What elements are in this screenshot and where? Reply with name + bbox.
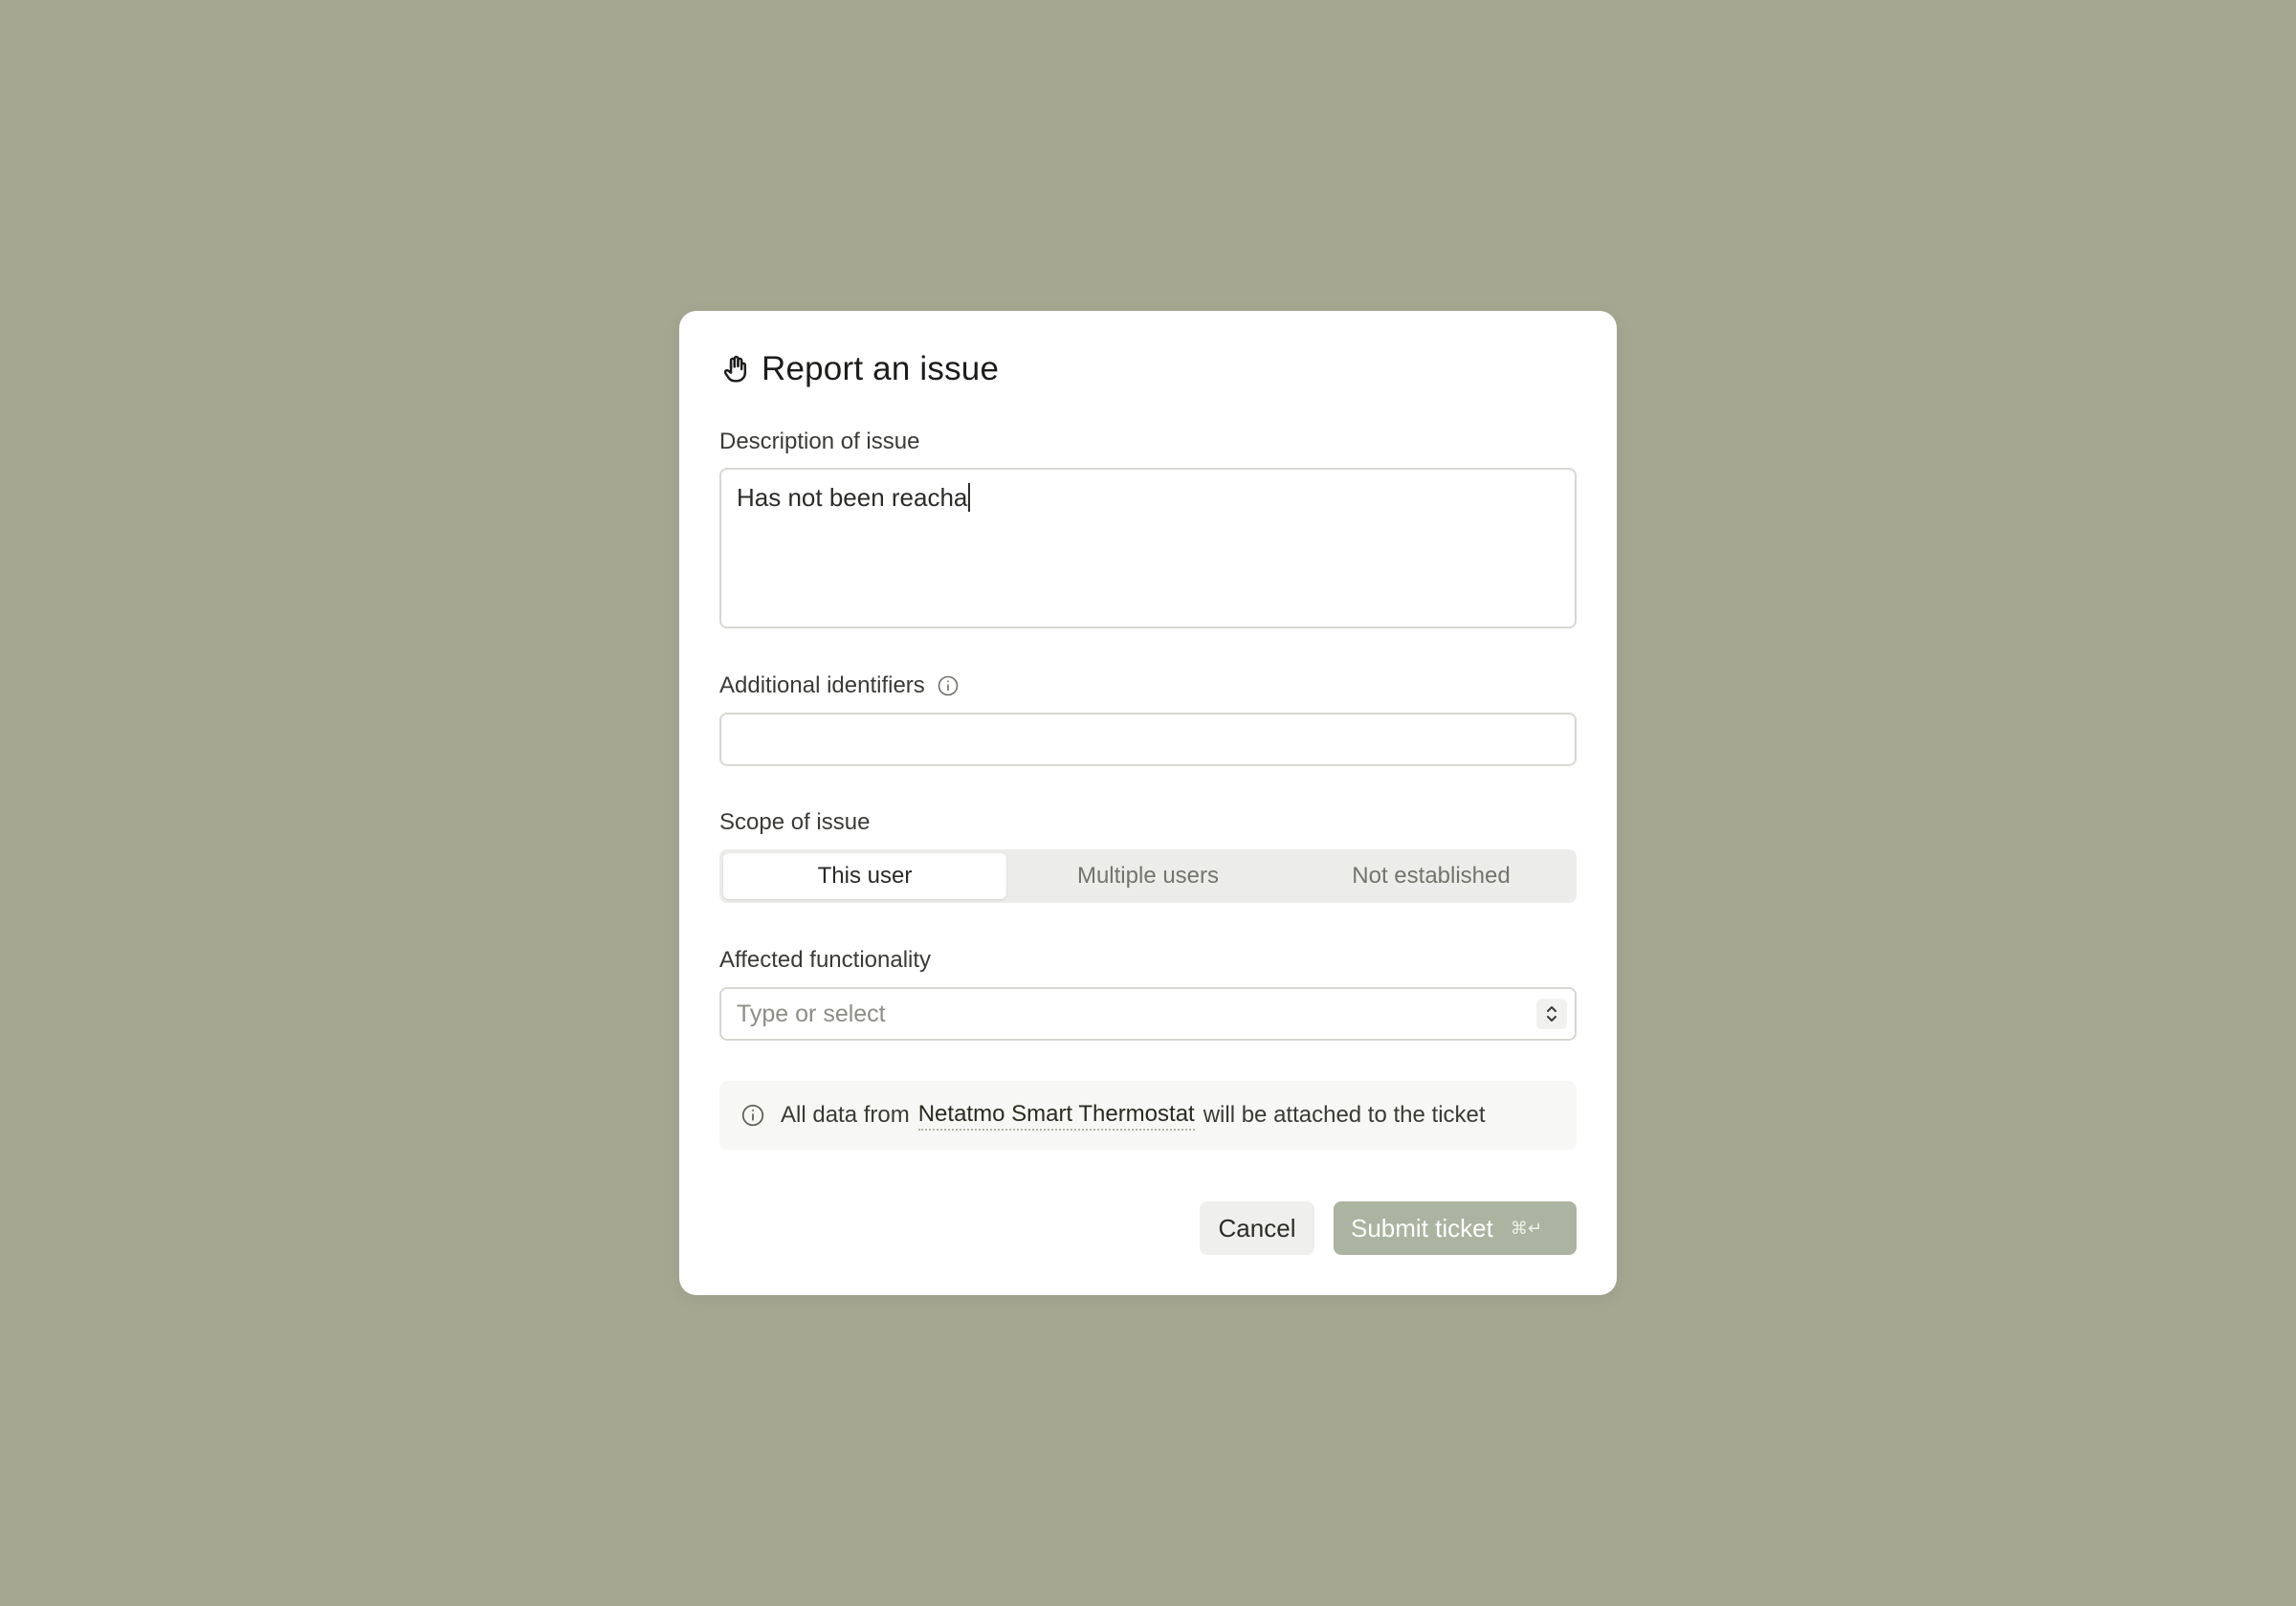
notice-suffix: will be attached to the ticket (1203, 1102, 1486, 1128)
keyboard-shortcut: ⌘↵ (1510, 1218, 1542, 1239)
notice-prefix: All data from (781, 1102, 910, 1128)
description-value: Has not been reacha (737, 483, 968, 512)
scope-segmented-control: This user Multiple users Not established (719, 849, 1577, 903)
functionality-placeholder: Type or select (737, 1000, 886, 1027)
scope-option-multiple-users[interactable]: Multiple users (1006, 853, 1290, 899)
hand-stop-icon (719, 353, 752, 385)
text-cursor (968, 483, 971, 513)
dialog-header: Report an issue (719, 344, 999, 394)
description-label: Description of issue (719, 429, 920, 454)
device-link[interactable]: Netatmo Smart Thermostat (917, 1101, 1195, 1131)
scope-option-not-established[interactable]: Not established (1290, 853, 1573, 899)
dialog-title: Report an issue (762, 350, 1000, 387)
chevron-up-down-icon[interactable] (1536, 999, 1567, 1029)
description-textarea[interactable]: Has not been reacha (719, 468, 1577, 628)
submit-label: Submit ticket (1351, 1213, 1493, 1243)
functionality-label: Affected functionality (719, 947, 932, 973)
info-icon[interactable] (937, 674, 960, 697)
functionality-combobox[interactable]: Type or select (719, 987, 1577, 1041)
report-issue-dialog: Report an issue Description of issue Has… (679, 311, 1617, 1295)
identifiers-label-row: Additional identifiers (719, 672, 960, 699)
attachment-notice: All data from Netatmo Smart Thermostat w… (719, 1081, 1577, 1150)
identifiers-label: Additional identifiers (719, 672, 925, 698)
info-icon (740, 1103, 765, 1128)
submit-ticket-button[interactable]: Submit ticket ⌘↵ (1334, 1201, 1577, 1255)
scope-option-this-user[interactable]: This user (723, 853, 1006, 899)
identifiers-input[interactable] (719, 713, 1577, 766)
cancel-button[interactable]: Cancel (1200, 1201, 1314, 1255)
scope-label: Scope of issue (719, 809, 871, 835)
